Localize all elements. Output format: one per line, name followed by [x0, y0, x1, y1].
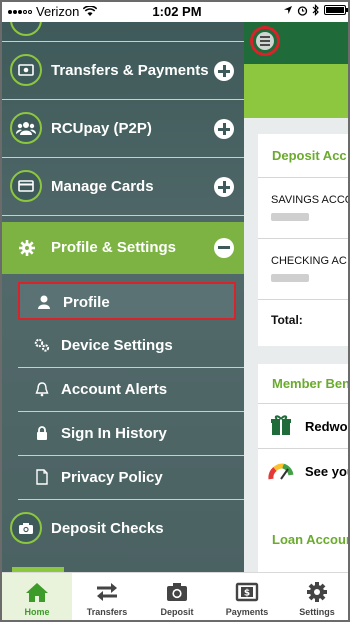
menu-item-transfers-payments[interactable]: Transfers & Payments — [2, 42, 244, 100]
deposit-accounts-title: Deposit Acc — [272, 148, 347, 163]
dashboard-background: Deposit Acc SAVINGS ACCO CHECKING AC Tot… — [244, 22, 350, 572]
masked-account-number — [271, 213, 309, 221]
phone-screen: Verizon 1:02 PM Deposit Acc SAVINGS ACCO… — [0, 0, 350, 622]
loan-accounts-title: Loan Accoun — [272, 532, 350, 547]
menu-icon-circle — [10, 22, 42, 36]
bottom-tab-bar: Home Transfers Deposit $ Payments Settin… — [2, 572, 348, 620]
benefit-text: Redwoo — [305, 419, 348, 434]
battery-icon — [324, 5, 348, 15]
submenu-item-profile[interactable]: Profile — [18, 282, 236, 320]
divider — [258, 238, 348, 239]
submenu-item-privacy-policy[interactable]: Privacy Policy — [18, 456, 244, 500]
menu-item-rcupay[interactable]: RCUpay (P2P) — [2, 100, 244, 158]
submenu-item-sign-in-history[interactable]: Sign In History — [18, 412, 244, 456]
total-label: Total: — [271, 313, 303, 327]
submenu-item-label: Sign In History — [61, 425, 167, 442]
tab-payments[interactable]: $ Payments — [212, 573, 282, 620]
tab-transfers[interactable]: Transfers — [72, 573, 142, 620]
savings-account-label[interactable]: SAVINGS ACCO — [258, 194, 348, 206]
tab-deposit[interactable]: Deposit — [142, 573, 212, 620]
menu-item-label: Transfers & Payments — [51, 62, 209, 79]
gift-icon — [271, 415, 291, 435]
masked-account-number — [271, 274, 309, 282]
submenu-item-label: Profile — [63, 294, 110, 311]
tab-label: Deposit — [160, 607, 194, 617]
benefit-row[interactable]: See you — [258, 449, 350, 493]
status-icons — [283, 4, 348, 16]
menu-section-profile-settings[interactable]: Profile & Settings — [2, 222, 244, 274]
credit-card-icon — [10, 170, 42, 202]
member-benefits-card[interactable]: Member Ben Redwoo See you — [258, 364, 350, 524]
divider — [258, 299, 348, 300]
expand-plus-icon[interactable] — [214, 61, 234, 81]
tab-label: Home — [24, 607, 50, 617]
menu-toggle-button[interactable] — [250, 26, 280, 56]
submenu-item-label: Account Alerts — [61, 381, 168, 398]
loan-accounts-card[interactable]: Loan Accoun — [258, 522, 350, 572]
benefit-text: See you — [305, 464, 350, 479]
submenu-item-device-settings[interactable]: Device Settings — [18, 324, 244, 368]
hamburger-icon — [256, 32, 274, 50]
people-icon — [10, 112, 42, 144]
menu-item-deposit-checks[interactable]: Deposit Checks — [2, 506, 244, 564]
money-icon — [10, 54, 42, 86]
credit-gauge-icon — [268, 463, 294, 480]
camera-icon — [167, 583, 187, 601]
alarm-icon — [297, 5, 308, 16]
gears-icon — [34, 338, 50, 352]
submenu-item-account-alerts[interactable]: Account Alerts — [18, 368, 244, 412]
tab-home[interactable]: Home — [2, 573, 72, 620]
deposit-accounts-card[interactable]: Deposit Acc SAVINGS ACCO CHECKING AC Tot… — [258, 134, 348, 346]
menu-item-label: Manage Cards — [51, 178, 154, 195]
tab-label: Transfers — [86, 607, 128, 617]
collapse-minus-icon[interactable] — [214, 238, 234, 258]
bluetooth-icon — [312, 4, 319, 16]
payment-icon: $ — [235, 582, 259, 602]
status-bar: Verizon 1:02 PM — [2, 2, 348, 22]
expand-plus-icon[interactable] — [214, 119, 234, 139]
gear-icon — [19, 240, 35, 256]
svg-text:$: $ — [244, 589, 250, 599]
camera-icon — [10, 512, 42, 544]
checking-account-label[interactable]: CHECKING AC — [258, 255, 348, 267]
navigation-drawer: Transfers & Payments RCUpay (P2P) Manage… — [2, 22, 244, 572]
menu-item-hidden[interactable] — [2, 22, 244, 42]
lock-icon — [37, 426, 47, 440]
app-header — [244, 22, 348, 64]
menu-section-label: Profile & Settings — [51, 239, 177, 256]
transfer-arrows-icon — [97, 583, 117, 601]
app-banner — [244, 64, 348, 118]
benefit-row[interactable]: Redwoo — [258, 404, 348, 448]
menu-item-manage-cards[interactable]: Manage Cards — [2, 158, 244, 216]
divider — [258, 177, 348, 178]
home-icon — [26, 583, 48, 602]
user-icon — [38, 295, 50, 309]
document-icon — [36, 469, 48, 485]
expand-plus-icon[interactable] — [214, 177, 234, 197]
location-arrow-icon — [284, 6, 292, 14]
bell-icon — [35, 382, 49, 397]
tab-label: Payments — [225, 607, 269, 617]
submenu-item-label: Privacy Policy — [61, 469, 163, 486]
tab-label: Settings — [299, 607, 335, 617]
member-benefits-title: Member Ben — [272, 376, 350, 391]
gear-icon — [307, 582, 327, 602]
menu-item-label: Deposit Checks — [51, 520, 164, 537]
tab-settings[interactable]: Settings — [282, 573, 348, 620]
menu-item-label: RCUpay (P2P) — [51, 120, 152, 137]
submenu-item-label: Device Settings — [61, 337, 173, 354]
